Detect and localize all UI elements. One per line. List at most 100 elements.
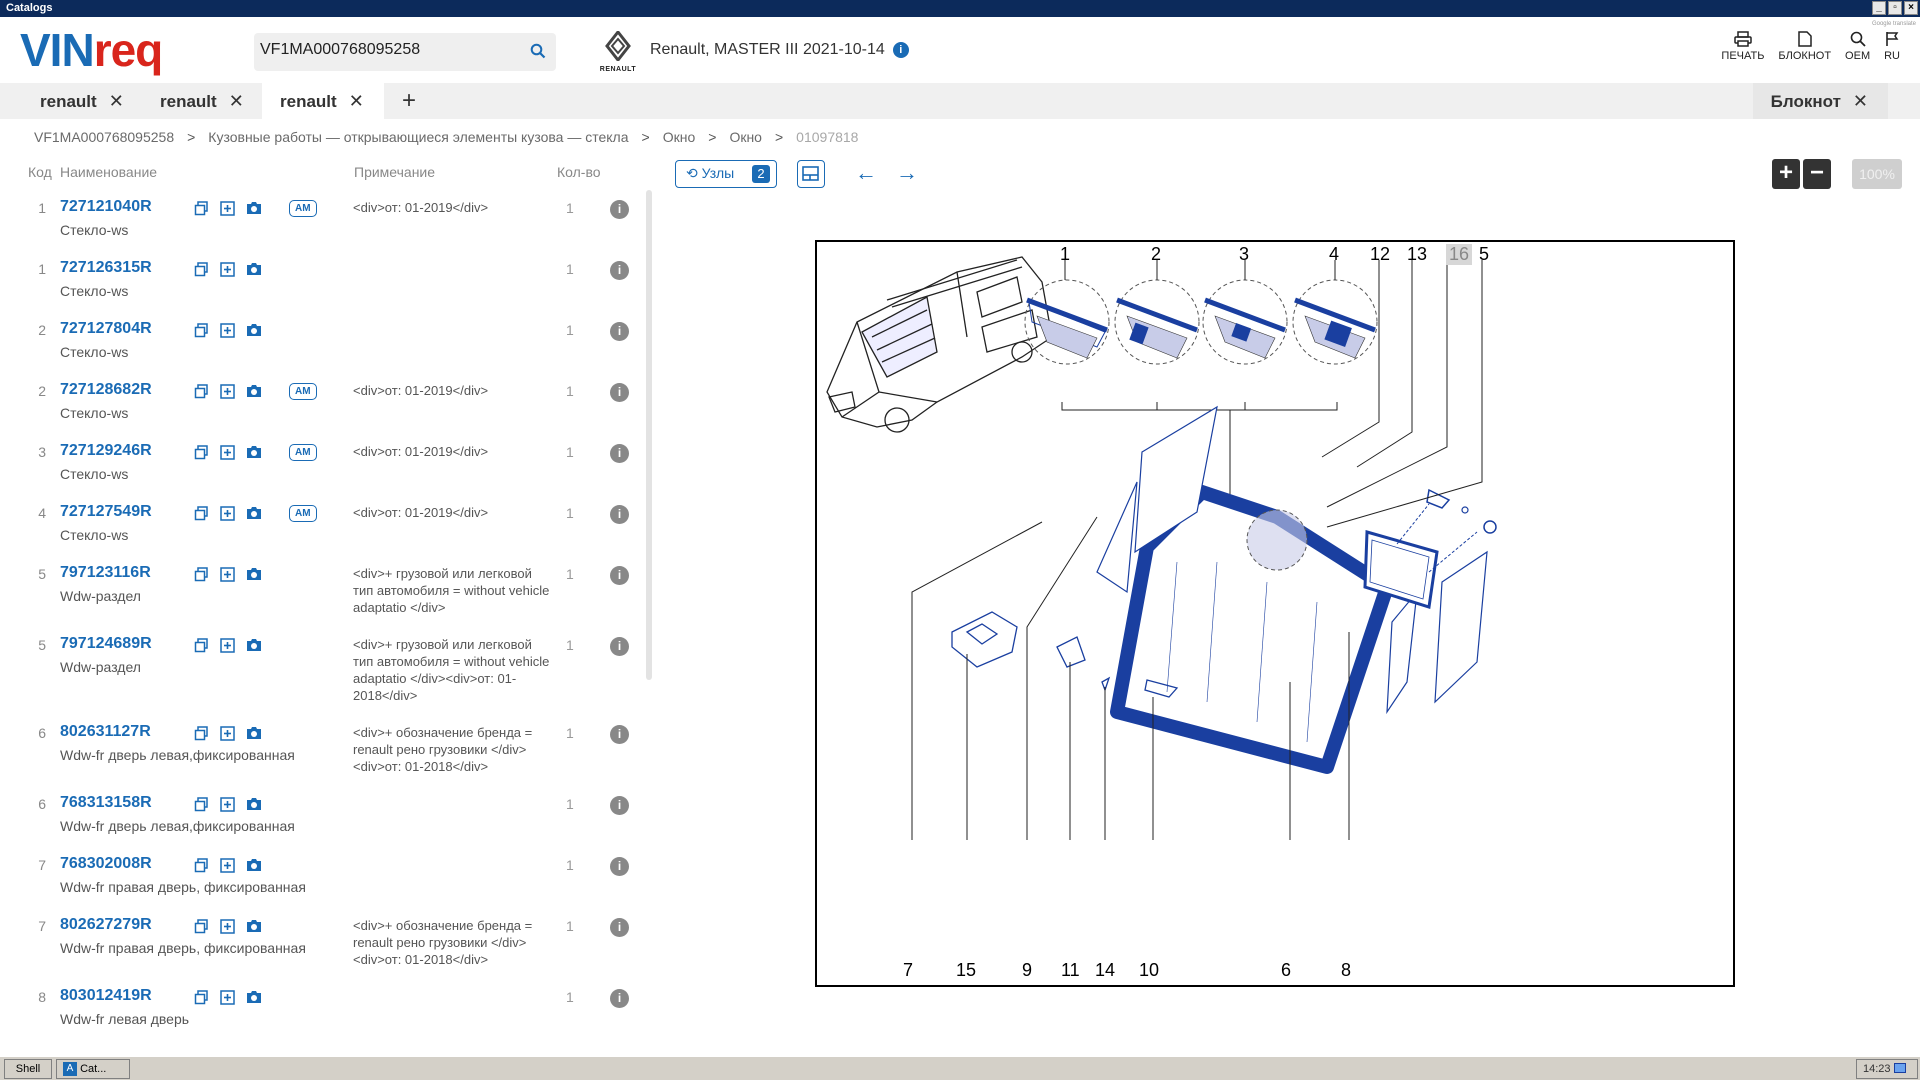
camera-icon[interactable] bbox=[246, 384, 262, 404]
diagram-callout[interactable]: 7 bbox=[903, 960, 913, 981]
tab-renault-2[interactable]: renault ✕ bbox=[142, 83, 264, 119]
part-row[interactable]: 7 802627279R Wdw-fr правая дверь, фиксиров… bbox=[0, 906, 645, 967]
copy-icon[interactable] bbox=[194, 990, 209, 1010]
part-row[interactable]: 6 768313158R Wdw-fr дверь левая,фиксирован… bbox=[0, 784, 645, 844]
camera-icon[interactable] bbox=[246, 445, 262, 465]
part-info-icon[interactable]: i bbox=[610, 989, 629, 1008]
part-code-link[interactable]: 727128682R bbox=[60, 381, 152, 399]
part-info-icon[interactable]: i bbox=[610, 857, 629, 876]
part-row[interactable]: 4 727127549R Стекло-ws AM <div>от: 01-2019</… bbox=[0, 493, 645, 553]
part-code-link[interactable]: 768313158R bbox=[60, 794, 152, 812]
vehicle-info-icon[interactable]: i bbox=[892, 42, 909, 58]
part-row[interactable]: 2 727128682R Стекло-ws AM <div>от: 01-2019</… bbox=[0, 371, 645, 431]
close-tab-icon[interactable]: ✕ bbox=[349, 91, 364, 111]
part-code-link[interactable]: 727127549R bbox=[60, 503, 152, 521]
am-badge[interactable]: AM bbox=[289, 383, 317, 400]
zoom-level[interactable]: 100% bbox=[1852, 159, 1902, 189]
am-badge[interactable]: AM bbox=[289, 505, 317, 522]
add-to-notebook-icon[interactable] bbox=[220, 858, 235, 878]
maximize-button[interactable]: ▫ bbox=[1888, 1, 1902, 15]
add-to-notebook-icon[interactable] bbox=[220, 919, 235, 939]
parts-diagram[interactable]: 1 2 3 4 12 13 16 5 7 15 9 11 14 10 6 8 bbox=[815, 240, 1735, 987]
diagram-callout[interactable]: 10 bbox=[1139, 960, 1159, 981]
tab-renault-3-active[interactable]: renault ✕ bbox=[262, 83, 384, 119]
minimize-button[interactable]: _ bbox=[1872, 1, 1886, 15]
add-to-notebook-icon[interactable] bbox=[220, 262, 235, 282]
camera-icon[interactable] bbox=[246, 638, 262, 658]
part-info-icon[interactable]: i bbox=[610, 200, 629, 219]
copy-icon[interactable] bbox=[194, 323, 209, 343]
add-to-notebook-icon[interactable] bbox=[220, 638, 235, 658]
diagram-callout[interactable]: 6 bbox=[1281, 960, 1291, 981]
part-info-icon[interactable]: i bbox=[610, 261, 629, 280]
add-to-notebook-icon[interactable] bbox=[220, 201, 235, 221]
part-row[interactable]: 8 803012419R Wdw-fr левая дверь 1 i bbox=[0, 977, 645, 1037]
part-code-link[interactable]: 727126315R bbox=[60, 259, 152, 277]
copy-icon[interactable] bbox=[194, 201, 209, 221]
part-row[interactable]: 1 727126315R Стекло-ws 1 i bbox=[0, 249, 645, 309]
am-badge[interactable]: AM bbox=[289, 444, 317, 461]
search-icon[interactable] bbox=[530, 43, 546, 64]
add-to-notebook-icon[interactable] bbox=[220, 445, 235, 465]
camera-icon[interactable] bbox=[246, 262, 262, 282]
nodes-button[interactable]: ⟲ Узлы 2 bbox=[675, 160, 777, 188]
add-to-notebook-icon[interactable] bbox=[220, 384, 235, 404]
arrow-left-icon[interactable]: ← bbox=[855, 162, 877, 184]
add-to-notebook-icon[interactable] bbox=[220, 726, 235, 746]
camera-icon[interactable] bbox=[246, 567, 262, 587]
part-row[interactable]: 5 797124689R Wdw-раздел <div>+ грузовой или… bbox=[0, 625, 645, 703]
part-code-link[interactable]: 802631127R bbox=[60, 723, 151, 741]
add-to-notebook-icon[interactable] bbox=[220, 797, 235, 817]
tab-notebook[interactable]: Блокнот ✕ bbox=[1752, 83, 1888, 119]
diagram-callout[interactable]: 3 bbox=[1239, 244, 1249, 265]
taskbar-catalogs-button[interactable]: A Cat... bbox=[56, 1059, 130, 1079]
camera-icon[interactable] bbox=[246, 201, 262, 221]
part-code-link[interactable]: 797123116R bbox=[60, 564, 151, 582]
copy-icon[interactable] bbox=[194, 567, 209, 587]
copy-icon[interactable] bbox=[194, 726, 209, 746]
diagram-callout[interactable]: 11 bbox=[1061, 960, 1080, 981]
diagram-callout[interactable]: 9 bbox=[1022, 960, 1032, 981]
diagram-callout[interactable]: 13 bbox=[1407, 244, 1427, 265]
part-code-link[interactable]: 727129246R bbox=[60, 442, 152, 460]
part-row[interactable]: 6 802631127R Wdw-fr дверь левая,фиксирован… bbox=[0, 713, 645, 774]
copy-icon[interactable] bbox=[194, 858, 209, 878]
camera-icon[interactable] bbox=[246, 797, 262, 817]
copy-icon[interactable] bbox=[194, 262, 209, 282]
part-code-link[interactable]: 768302008R bbox=[60, 855, 152, 873]
part-info-icon[interactable]: i bbox=[610, 505, 629, 524]
part-row[interactable]: 5 797123116R Wdw-раздел <div>+ грузовой или… bbox=[0, 554, 645, 615]
arrow-right-icon[interactable]: → bbox=[896, 162, 918, 184]
part-info-icon[interactable]: i bbox=[610, 383, 629, 402]
camera-icon[interactable] bbox=[246, 990, 262, 1010]
camera-icon[interactable] bbox=[246, 323, 262, 343]
part-code-link[interactable]: 803012419R bbox=[60, 987, 152, 1005]
tab-renault-1[interactable]: renault ✕ bbox=[22, 83, 144, 119]
diagram-callout[interactable]: 2 bbox=[1151, 244, 1161, 265]
copy-icon[interactable] bbox=[194, 506, 209, 526]
camera-icon[interactable] bbox=[246, 858, 262, 878]
language-button[interactable]: RU bbox=[1884, 31, 1900, 62]
part-info-icon[interactable]: i bbox=[610, 796, 629, 815]
copy-icon[interactable] bbox=[194, 445, 209, 465]
part-row[interactable]: 7 768302008R Wdw-fr правая дверь, фиксиров… bbox=[0, 845, 645, 905]
add-to-notebook-icon[interactable] bbox=[220, 323, 235, 343]
diagram-callout[interactable]: 1 bbox=[1060, 244, 1070, 265]
close-tab-icon[interactable]: ✕ bbox=[229, 91, 244, 111]
part-info-icon[interactable]: i bbox=[610, 566, 629, 585]
layout-toggle-button[interactable] bbox=[797, 160, 825, 188]
part-code-link[interactable]: 797124689R bbox=[60, 635, 152, 653]
diagram-callout[interactable]: 16 bbox=[1446, 244, 1473, 265]
copy-icon[interactable] bbox=[194, 384, 209, 404]
breadcrumb-item[interactable]: Кузовные работы — открывающиеся элементы… bbox=[208, 129, 628, 145]
am-badge[interactable]: AM bbox=[289, 200, 317, 217]
part-code-link[interactable]: 727127804R bbox=[60, 320, 152, 338]
print-button[interactable]: ПЕЧАТЬ bbox=[1721, 31, 1764, 62]
parts-list-scrollbar[interactable] bbox=[646, 190, 652, 680]
vinreq-logo[interactable]: VINreq bbox=[20, 25, 163, 75]
copy-icon[interactable] bbox=[194, 919, 209, 939]
breadcrumb-item[interactable]: Окно bbox=[663, 129, 696, 145]
add-to-notebook-icon[interactable] bbox=[220, 567, 235, 587]
diagram-callout[interactable]: 8 bbox=[1341, 960, 1351, 981]
breadcrumb-item[interactable]: Окно bbox=[729, 129, 762, 145]
